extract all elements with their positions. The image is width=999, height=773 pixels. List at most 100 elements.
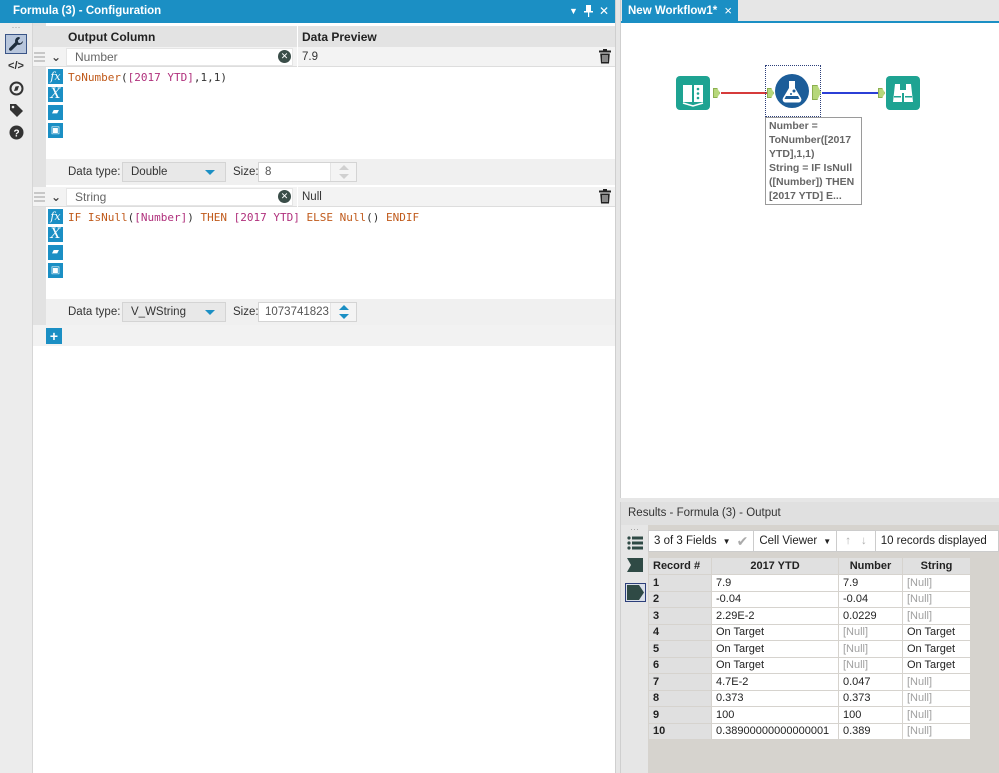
column-header[interactable]: Record # xyxy=(649,558,711,574)
data-type-dropdown[interactable]: Double xyxy=(122,162,226,182)
table-cell[interactable]: [Null] xyxy=(903,674,970,690)
table-cell[interactable]: 0.0229 xyxy=(839,608,902,624)
table-cell[interactable]: 7.9 xyxy=(712,575,838,591)
variable-icon[interactable]: X xyxy=(48,227,63,242)
table-cell[interactable]: [Null] xyxy=(903,591,970,607)
compass-icon[interactable] xyxy=(5,78,27,98)
table-cell[interactable]: On Target xyxy=(903,624,970,640)
table-row[interactable]: 3 2.29E-2 0.0229 [Null] xyxy=(649,608,970,624)
table-row[interactable]: 4 On Target [Null] On Target xyxy=(649,624,970,640)
record-number-cell[interactable]: 8 xyxy=(649,690,711,706)
connection-line[interactable] xyxy=(822,92,879,94)
table-cell[interactable]: [Null] xyxy=(839,641,902,657)
record-number-cell[interactable]: 3 xyxy=(649,608,711,624)
table-row[interactable]: 9 100 100 [Null] xyxy=(649,707,970,723)
output-column-name-input[interactable]: String xyxy=(66,188,293,206)
size-spinner[interactable] xyxy=(330,303,356,321)
table-row[interactable]: 6 On Target [Null] On Target xyxy=(649,657,970,673)
table-cell[interactable]: On Target xyxy=(903,641,970,657)
clear-field-icon[interactable]: ✕ xyxy=(278,50,291,63)
pin-icon[interactable] xyxy=(583,0,593,23)
close-tab-icon[interactable]: × xyxy=(724,0,732,22)
expression-editor-2[interactable]: fx X ▰ ▣ IF IsNull([Number]) THEN [2017 … xyxy=(46,207,615,297)
delete-icon[interactable] xyxy=(599,49,611,64)
table-cell[interactable]: 0.373 xyxy=(712,690,838,706)
table-cell[interactable]: 100 xyxy=(712,707,838,723)
size-spinner[interactable] xyxy=(330,163,356,181)
chevron-down-icon[interactable]: ⌄ xyxy=(48,49,64,65)
table-row[interactable]: 7 4.7E-2 0.047 [Null] xyxy=(649,674,970,690)
size-input[interactable]: 1073741823 xyxy=(258,302,357,322)
table-cell[interactable]: [Null] xyxy=(839,624,902,640)
chevron-down-icon[interactable]: ⌄ xyxy=(48,189,64,205)
open-folder-icon[interactable]: ▰ xyxy=(48,245,63,260)
table-cell[interactable]: On Target xyxy=(712,641,838,657)
table-cell[interactable]: 2.29E-2 xyxy=(712,608,838,624)
table-cell[interactable]: [Null] xyxy=(903,608,970,624)
expression-text[interactable]: IF IsNull([Number]) THEN [2017 YTD] ELSE… xyxy=(68,211,419,224)
panel-menu-icon[interactable]: ▼ xyxy=(569,0,578,23)
formula-tool[interactable] xyxy=(775,74,809,108)
table-row[interactable]: 5 On Target [Null] On Target xyxy=(649,641,970,657)
table-cell[interactable]: [Null] xyxy=(839,657,902,673)
column-header[interactable]: String xyxy=(903,558,970,574)
function-icon[interactable]: fx xyxy=(48,209,63,224)
table-cell[interactable]: 7.9 xyxy=(839,575,902,591)
table-row[interactable]: 8 0.373 0.373 [Null] xyxy=(649,690,970,706)
wrench-icon[interactable] xyxy=(5,34,27,54)
arrow-up-icon[interactable]: ↑ xyxy=(845,535,851,547)
record-number-cell[interactable]: 2 xyxy=(649,591,711,607)
record-number-cell[interactable]: 4 xyxy=(649,624,711,640)
table-cell[interactable]: 0.373 xyxy=(839,690,902,706)
list-icon[interactable] xyxy=(627,535,648,554)
size-input[interactable]: 8 xyxy=(258,162,357,182)
checkmark-icon[interactable]: ✔ xyxy=(737,533,749,550)
drag-handle-icon[interactable] xyxy=(34,52,45,62)
table-cell[interactable]: [Null] xyxy=(903,707,970,723)
clear-field-icon[interactable]: ✕ xyxy=(278,190,291,203)
table-cell[interactable]: 100 xyxy=(839,707,902,723)
table-cell[interactable]: On Target xyxy=(712,624,838,640)
field-row-number[interactable]: ⌄ Number ✕ 7.9 xyxy=(33,47,615,67)
table-row[interactable]: 10 0.38900000000000001 0.389 [Null] xyxy=(649,723,970,739)
record-number-cell[interactable]: 9 xyxy=(649,707,711,723)
output-column-name-input[interactable]: Number xyxy=(66,48,293,66)
data-type-dropdown[interactable]: V_WString xyxy=(122,302,226,322)
table-cell[interactable]: [Null] xyxy=(903,575,970,591)
drag-handle-icon[interactable] xyxy=(34,192,45,202)
variable-icon[interactable]: X xyxy=(48,87,63,102)
record-number-cell[interactable]: 7 xyxy=(649,674,711,690)
table-cell[interactable]: On Target xyxy=(903,657,970,673)
metadata-icon[interactable] xyxy=(627,558,648,575)
record-number-cell[interactable]: 5 xyxy=(649,641,711,657)
input-anchor[interactable] xyxy=(878,88,885,98)
code-icon[interactable]: </> xyxy=(5,56,27,76)
table-cell[interactable]: 4.7E-2 xyxy=(712,674,838,690)
table-cell[interactable]: On Target xyxy=(712,657,838,673)
add-field-button[interactable]: + xyxy=(46,328,62,344)
help-icon[interactable]: ? xyxy=(5,122,27,142)
record-number-cell[interactable]: 1 xyxy=(649,575,711,591)
data-view-icon[interactable] xyxy=(625,583,646,602)
table-cell[interactable]: [Null] xyxy=(903,723,970,739)
table-cell[interactable]: -0.04 xyxy=(839,591,902,607)
fields-selector[interactable]: 3 of 3 Fields ▼ ✔ xyxy=(649,531,755,551)
input-data-tool[interactable] xyxy=(676,76,710,110)
column-header[interactable]: 2017 YTD xyxy=(712,558,838,574)
table-cell[interactable]: 0.38900000000000001 xyxy=(712,723,838,739)
tag-icon[interactable] xyxy=(5,100,27,120)
browse-tool[interactable] xyxy=(886,76,920,110)
tab-new-workflow[interactable]: New Workflow1* × xyxy=(622,0,738,22)
table-cell[interactable]: 0.389 xyxy=(839,723,902,739)
column-header[interactable]: Number xyxy=(839,558,902,574)
arrow-down-icon[interactable]: ↓ xyxy=(861,535,867,547)
expression-text[interactable]: ToNumber([2017 YTD],1,1) xyxy=(68,71,227,84)
table-row[interactable]: 2 -0.04 -0.04 [Null] xyxy=(649,591,970,607)
function-icon[interactable]: fx xyxy=(48,69,63,84)
open-folder-icon[interactable]: ▰ xyxy=(48,105,63,120)
connection-line[interactable] xyxy=(721,92,767,94)
expression-editor-1[interactable]: fx X ▰ ▣ ToNumber([2017 YTD],1,1) xyxy=(46,67,615,157)
output-anchor[interactable] xyxy=(713,88,720,98)
table-cell[interactable]: [Null] xyxy=(903,690,970,706)
save-icon[interactable]: ▣ xyxy=(48,123,63,138)
